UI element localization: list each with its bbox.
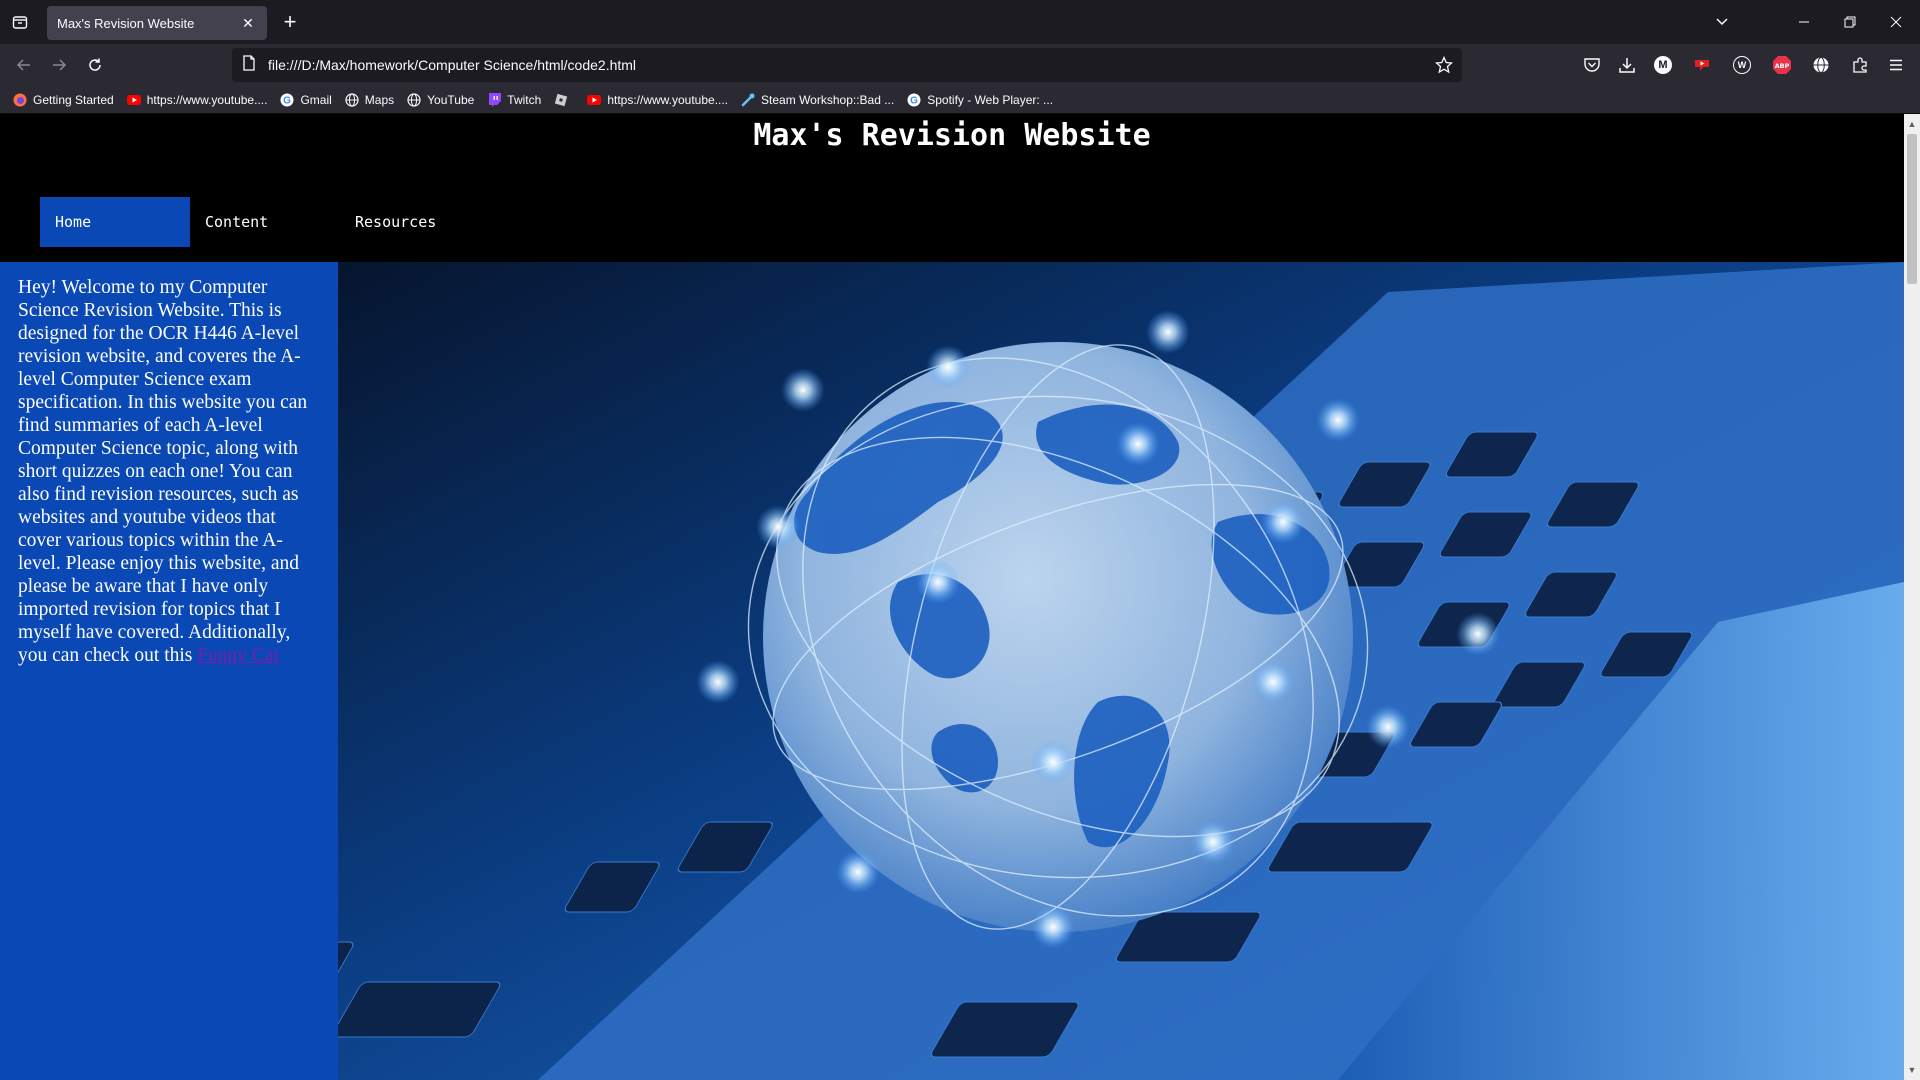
intro-paragraph: Hey! Welcome to my Computer Science Revi… <box>18 276 320 667</box>
downloads-icon[interactable] <box>1615 53 1639 77</box>
reload-icon[interactable] <box>81 51 109 79</box>
bookmark-label: https://www.youtube.... <box>146 92 268 107</box>
browser-tab[interactable]: Max's Revision Website ✕ <box>47 6 267 40</box>
globe-extension-icon[interactable] <box>1809 53 1833 77</box>
bookmarks-toolbar: Getting Started https://www.youtube.... … <box>0 86 1920 114</box>
bookmark-label: Gmail <box>300 92 332 107</box>
youtube-extension-icon[interactable] <box>1690 53 1714 77</box>
steam-icon <box>740 92 756 108</box>
forward-icon[interactable] <box>45 51 73 79</box>
nav-home[interactable]: Home <box>40 197 190 247</box>
twitch-icon <box>486 92 502 108</box>
bookmark-label: Steam Workshop::Bad ... <box>761 92 895 107</box>
bookmark-label: YouTube <box>427 92 475 107</box>
bookmark-label: Spotify - Web Player: ... <box>927 92 1054 107</box>
web-page: Max's Revision Website Home Content Reso… <box>0 114 1904 1080</box>
extensions-puzzle-icon[interactable] <box>1848 53 1872 77</box>
bookmark-maps[interactable]: Maps <box>344 92 394 108</box>
scrollbar-thumb[interactable] <box>1907 134 1917 284</box>
page-title: Max's Revision Website <box>753 118 1151 153</box>
tab-title: Max's Revision Website <box>57 15 195 31</box>
globe-icon <box>344 92 360 108</box>
tab-overflow-chevron-icon[interactable] <box>1708 8 1736 36</box>
bookmark-label: Twitch <box>507 92 542 107</box>
pocket-icon[interactable] <box>1580 53 1604 77</box>
bookmark-roblox[interactable] <box>553 92 574 108</box>
restore-icon[interactable] <box>1836 8 1864 36</box>
firefox-icon <box>12 92 28 108</box>
bookmark-youtube-link[interactable]: https://www.youtube.... <box>126 92 268 108</box>
hero-illustration <box>338 262 1904 1080</box>
page-file-icon <box>242 54 256 76</box>
scroll-down-icon[interactable]: ▼ <box>1904 1062 1920 1078</box>
laptop-globe-image <box>338 262 1904 1080</box>
funny-cat-link[interactable]: Funny Cat <box>197 645 279 666</box>
nav-resources[interactable]: Resources <box>340 197 490 247</box>
close-tab-icon[interactable]: ✕ <box>239 14 257 32</box>
svg-text:G: G <box>910 95 918 106</box>
bookmark-spotify[interactable]: G Spotify - Web Player: ... <box>906 92 1053 108</box>
google-icon: G <box>906 92 922 108</box>
bookmark-twitch[interactable]: Twitch <box>486 92 541 108</box>
bookmark-youtube[interactable]: YouTube <box>406 92 474 108</box>
bookmark-gmail[interactable]: G Gmail <box>279 92 332 108</box>
youtube-icon <box>126 92 142 108</box>
nav-content[interactable]: Content <box>190 197 340 247</box>
minimize-icon[interactable] <box>1790 8 1818 36</box>
svg-text:ABP: ABP <box>1775 62 1790 70</box>
roblox-icon <box>553 92 569 108</box>
close-window-icon[interactable] <box>1882 8 1910 36</box>
svg-text:G: G <box>284 95 292 106</box>
bookmark-star-icon[interactable] <box>1434 55 1454 75</box>
url-bar[interactable]: file:///D:/Max/homework/Computer Science… <box>232 48 1462 82</box>
tab-list-icon[interactable] <box>8 10 32 34</box>
intro-sidebar: Hey! Welcome to my Computer Science Revi… <box>0 262 338 1080</box>
menu-hamburger-icon[interactable] <box>1884 53 1908 77</box>
intro-text: Hey! Welcome to my Computer Science Revi… <box>18 277 308 666</box>
page-scrollbar[interactable]: ▲ ▼ <box>1904 114 1920 1080</box>
google-icon: G <box>279 92 295 108</box>
youtube-icon <box>586 92 602 108</box>
bookmark-label: Maps <box>364 92 395 107</box>
back-icon[interactable] <box>10 51 38 79</box>
extension-w-icon[interactable]: W <box>1730 53 1754 77</box>
bookmark-getting-started[interactable]: Getting Started <box>12 92 114 108</box>
globe-icon <box>406 92 422 108</box>
scroll-up-icon[interactable]: ▲ <box>1904 116 1920 132</box>
site-navigation: Home Content Resources <box>40 197 490 247</box>
tab-bar: Max's Revision Website ✕ + <box>0 0 1920 44</box>
bookmark-label: https://www.youtube.... <box>607 92 729 107</box>
bookmark-steam-workshop[interactable]: Steam Workshop::Bad ... <box>740 92 894 108</box>
bookmark-label: Getting Started <box>33 92 114 107</box>
bookmark-youtube-link-2[interactable]: https://www.youtube.... <box>586 92 728 108</box>
url-text[interactable]: file:///D:/Max/homework/Computer Science… <box>268 57 636 73</box>
navigation-toolbar: file:///D:/Max/homework/Computer Science… <box>0 44 1920 86</box>
account-m-icon[interactable]: M <box>1651 53 1675 77</box>
adblock-plus-icon[interactable]: ABP <box>1770 53 1794 77</box>
new-tab-icon[interactable]: + <box>278 10 302 34</box>
